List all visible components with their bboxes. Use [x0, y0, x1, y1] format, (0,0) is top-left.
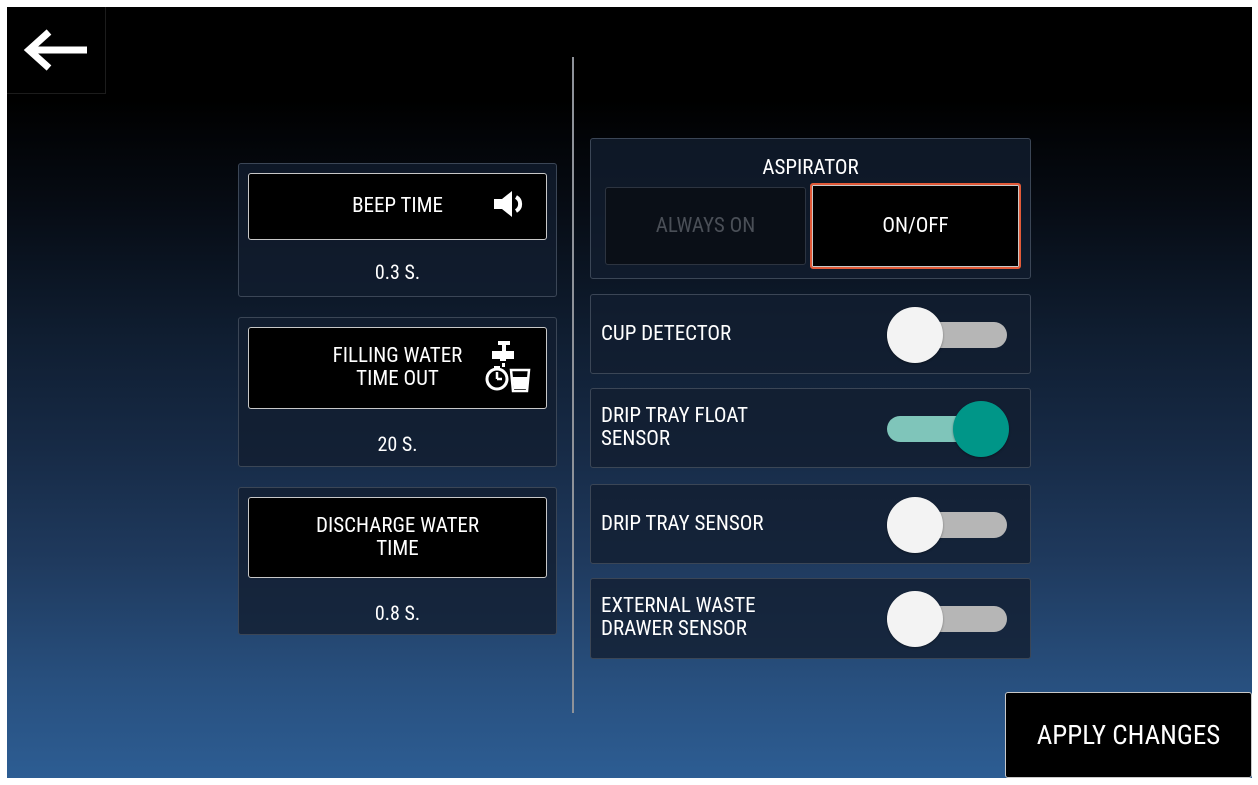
external-waste-label-line2: DRAWER SENSOR	[601, 617, 747, 641]
discharge-water-card: DISCHARGE WATER TIME 0.8 S.	[238, 487, 557, 635]
beep-time-value: 0.3 S.	[374, 260, 421, 284]
filling-water-label-line2: TIME OUT	[356, 367, 439, 391]
speaker-icon	[492, 188, 532, 226]
aspirator-title: ASPIRATOR	[762, 156, 859, 180]
external-waste-drawer-toggle[interactable]	[887, 591, 1011, 647]
toggle-thumb	[953, 401, 1009, 457]
drip-tray-sensor-label: DRIP TRAY SENSOR	[601, 512, 764, 536]
external-waste-drawer-row: EXTERNAL WASTE DRAWER SENSOR	[590, 578, 1031, 659]
always-on-option[interactable]: ALWAYS ON	[605, 187, 806, 265]
settings-screen: BEEP TIME 0.3 S. FILLING WATER TIME OUT	[7, 7, 1252, 778]
on-off-option[interactable]: ON/OFF	[810, 183, 1021, 269]
toggle-thumb	[887, 307, 943, 363]
cup-detector-row: CUP DETECTOR	[590, 294, 1031, 374]
tap-timer-cup-icon	[484, 337, 532, 399]
back-arrow-icon	[23, 29, 87, 71]
drip-tray-float-label-line1: DRIP TRAY FLOAT	[601, 404, 749, 428]
toggle-thumb	[887, 497, 943, 553]
drip-tray-float-label-line2: SENSOR	[601, 427, 670, 451]
filling-water-card: FILLING WATER TIME OUT 20 S.	[238, 317, 557, 467]
filling-water-label-line1: FILLING WATER	[332, 344, 463, 368]
drip-tray-sensor-toggle[interactable]	[887, 497, 1011, 553]
cup-detector-label: CUP DETECTOR	[601, 322, 732, 346]
toggle-thumb	[887, 591, 943, 647]
discharge-water-value: 0.8 S.	[374, 601, 421, 625]
filling-water-button[interactable]: FILLING WATER TIME OUT	[248, 327, 547, 409]
beep-time-card: BEEP TIME 0.3 S.	[238, 163, 557, 297]
external-waste-label-line1: EXTERNAL WASTE	[601, 594, 756, 618]
drip-tray-sensor-row: DRIP TRAY SENSOR	[590, 484, 1031, 564]
beep-time-button[interactable]: BEEP TIME	[248, 173, 547, 240]
drip-tray-float-row: DRIP TRAY FLOAT SENSOR	[590, 388, 1031, 468]
aspirator-card: ASPIRATOR ALWAYS ON ON/OFF	[590, 138, 1031, 279]
filling-water-value: 20 S.	[377, 432, 418, 456]
discharge-water-label-line1: DISCHARGE WATER	[315, 513, 480, 538]
discharge-water-label-line2: TIME	[376, 536, 419, 561]
cup-detector-toggle[interactable]	[887, 307, 1011, 363]
back-button[interactable]	[7, 7, 106, 94]
beep-time-label: BEEP TIME	[352, 194, 443, 218]
drip-tray-float-toggle[interactable]	[887, 401, 1011, 457]
discharge-water-button[interactable]: DISCHARGE WATER TIME	[248, 497, 547, 578]
vertical-divider	[572, 57, 574, 713]
apply-changes-button[interactable]: APPLY CHANGES	[1005, 692, 1252, 778]
